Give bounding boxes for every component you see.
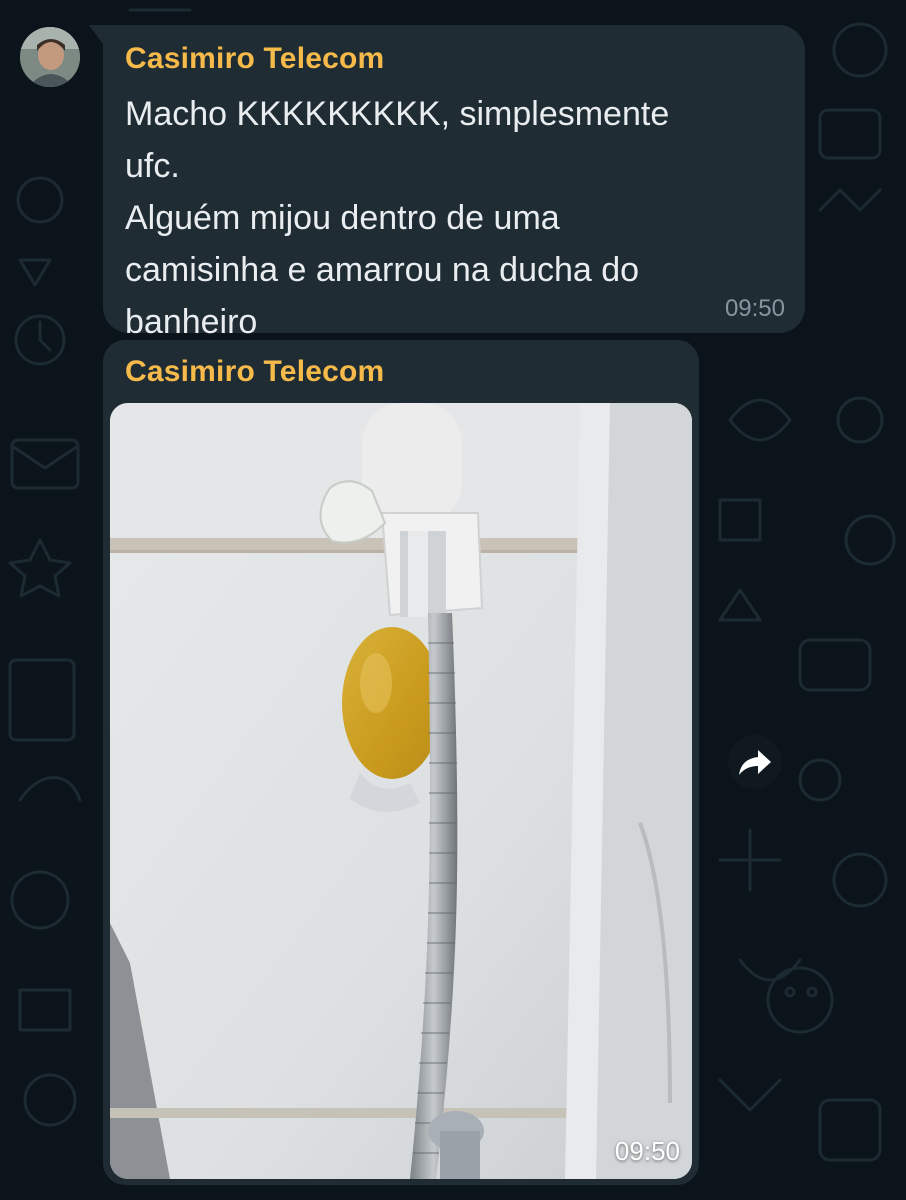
message-photo[interactable]: 09:50	[110, 403, 692, 1179]
message-text: Macho KKKKKKKKK, simplesmente ufc. Algué…	[125, 95, 670, 341]
sender-name[interactable]: Casimiro Telecom	[125, 42, 384, 76]
sender-avatar[interactable]	[20, 27, 80, 87]
photo-time: 09:50	[614, 1136, 680, 1166]
forward-arrow-icon	[739, 750, 771, 775]
sender-name[interactable]: Casimiro Telecom	[125, 355, 384, 389]
image-message-bubble[interactable]: Casimiro Telecom 09:50	[103, 340, 699, 1185]
message-time: 09:50	[724, 295, 785, 322]
message-bubble[interactable]: Casimiro Telecom Macho KKKKKKKKK, simple…	[103, 25, 805, 341]
forward-button[interactable]	[728, 735, 782, 789]
